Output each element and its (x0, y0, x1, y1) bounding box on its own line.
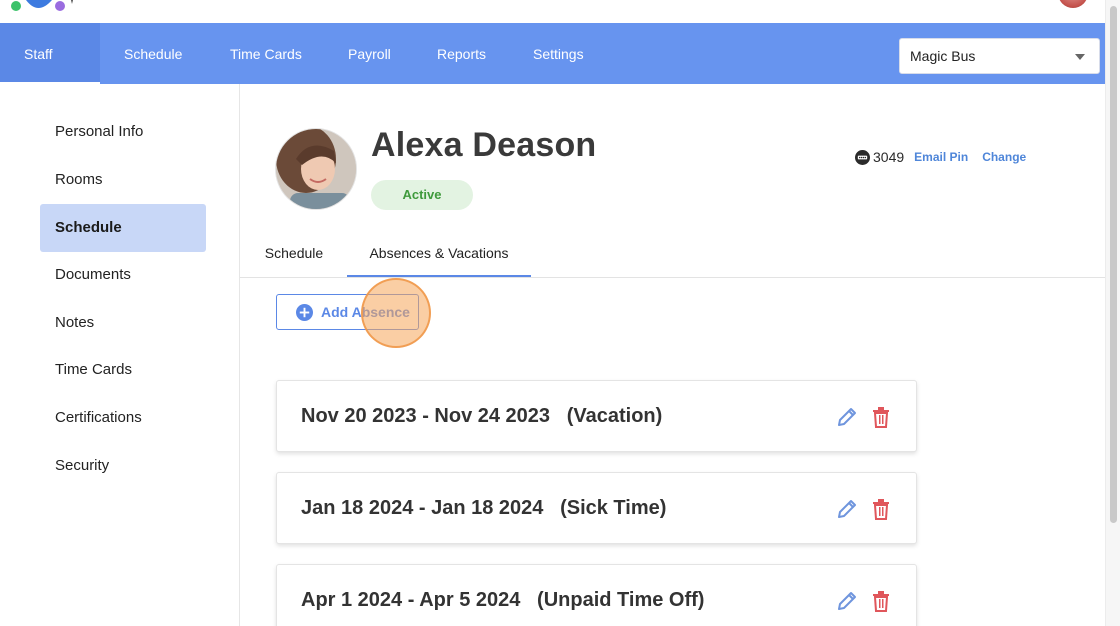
scrollbar-thumb[interactable] (1110, 6, 1117, 523)
user-avatar[interactable] (1058, 0, 1088, 8)
organization-select-value: Magic Bus (910, 48, 976, 64)
nav-schedule[interactable]: Schedule (124, 23, 182, 84)
sidebar-item-rooms[interactable]: Rooms (40, 156, 206, 204)
top-header (0, 0, 1105, 23)
trash-icon[interactable] (871, 406, 891, 428)
sidebar-item-notes[interactable]: Notes (40, 299, 206, 347)
sidebar-item-personal-info[interactable]: Personal Info (40, 108, 206, 156)
tabs-divider (240, 277, 1105, 278)
nav-settings[interactable]: Settings (533, 23, 584, 84)
email-pin-link[interactable]: Email Pin (914, 150, 968, 164)
sidebar-item-schedule[interactable]: Schedule (40, 204, 206, 252)
chevron-down-icon (1075, 54, 1085, 60)
nav-staff-list[interactable]: Staff List (0, 23, 100, 124)
nav-time-cards[interactable]: Time Cards (230, 23, 302, 84)
add-absence-label: Add Absence (321, 304, 410, 320)
add-absence-button[interactable]: Add Absence (276, 294, 419, 330)
absence-title: Jan 18 2024 - Jan 18 2024 (Sick Time) (301, 497, 667, 519)
sidebar-item-documents[interactable]: Documents (40, 251, 206, 299)
absence-title: Apr 1 2024 - Apr 5 2024 (Unpaid Time Off… (301, 589, 705, 611)
pencil-icon[interactable] (836, 590, 858, 612)
pencil-icon[interactable] (836, 406, 858, 428)
sidebar-item-security[interactable]: Security (40, 442, 206, 490)
sidebar-item-time-cards[interactable]: Time Cards (40, 346, 206, 394)
app-logo[interactable] (8, 0, 78, 12)
profile-sidebar: Personal Info Rooms Schedule Documents N… (0, 84, 240, 626)
sidebar-item-certifications[interactable]: Certifications (40, 394, 206, 442)
main-nav: Staff List Schedule Time Cards Payroll R… (0, 23, 1105, 124)
pin-info: 3049 Email Pin Change (855, 148, 1026, 166)
absence-card: Nov 20 2023 - Nov 24 2023 (Vacation) (276, 380, 917, 452)
nav-reports[interactable]: Reports (437, 23, 486, 84)
nav-payroll[interactable]: Payroll (348, 23, 391, 84)
plus-circle-icon (296, 303, 313, 321)
absence-card: Jan 18 2024 - Jan 18 2024 (Sick Time) (276, 472, 917, 544)
profile-photo (275, 128, 357, 210)
pencil-icon[interactable] (836, 498, 858, 520)
profile-name: Alexa Deason (371, 126, 597, 164)
trash-icon[interactable] (871, 498, 891, 520)
status-badge: Active (371, 180, 473, 210)
absence-card: Apr 1 2024 - Apr 5 2024 (Unpaid Time Off… (276, 564, 917, 626)
pin-value: 3049 (873, 149, 905, 165)
organization-select[interactable]: Magic Bus (899, 38, 1100, 74)
absence-title: Nov 20 2023 - Nov 24 2023 (Vacation) (301, 405, 663, 427)
app-window: Staff List Schedule Time Cards Payroll R… (0, 0, 1120, 626)
tab-schedule[interactable]: Schedule (264, 233, 324, 277)
keypad-icon (855, 149, 870, 165)
tab-absences-vacations[interactable]: Absences & Vacations (347, 233, 531, 277)
page-scrollbar[interactable] (1105, 0, 1120, 626)
change-pin-link[interactable]: Change (982, 150, 1026, 164)
trash-icon[interactable] (871, 590, 891, 612)
